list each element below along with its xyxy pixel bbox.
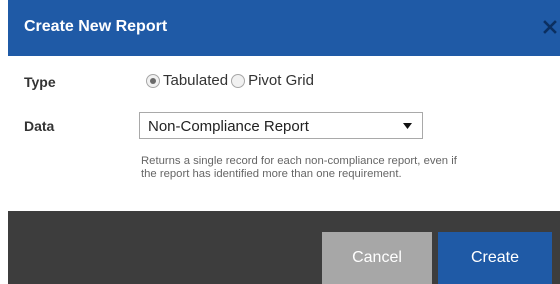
dialog-footer: Cancel Create — [8, 211, 560, 284]
type-label: Type — [24, 74, 56, 90]
radio-pivot-grid[interactable] — [231, 73, 246, 88]
cancel-button[interactable]: Cancel — [322, 232, 432, 284]
radio-tabulated[interactable] — [146, 73, 160, 88]
type-radio-group: Tabulated Pivot Grid — [146, 72, 317, 89]
close-icon[interactable] — [542, 19, 558, 35]
help-line-1: Returns a single record for each non-com… — [141, 155, 457, 167]
data-label: Data — [24, 118, 55, 134]
create-button[interactable]: Create — [438, 232, 552, 284]
radio-pivot-grid-label[interactable]: Pivot Grid — [248, 72, 314, 89]
data-help-text: Returns a single record for each non-com… — [141, 155, 551, 181]
data-select-value: Non-Compliance Report — [148, 118, 309, 135]
dialog-body: Type Tabulated Pivot Grid Data Non-Compl… — [8, 56, 560, 211]
dialog-header: Create New Report — [8, 0, 560, 56]
create-report-dialog: Create New Report Type Tabulated Pivot G… — [0, 0, 560, 284]
data-select[interactable]: Non-Compliance Report — [139, 112, 423, 139]
dialog-title: Create New Report — [24, 18, 168, 35]
help-line-2: the report has identified more than one … — [141, 168, 402, 180]
radio-tabulated-label[interactable]: Tabulated — [163, 72, 228, 89]
dropdown-arrow-icon — [403, 123, 412, 129]
